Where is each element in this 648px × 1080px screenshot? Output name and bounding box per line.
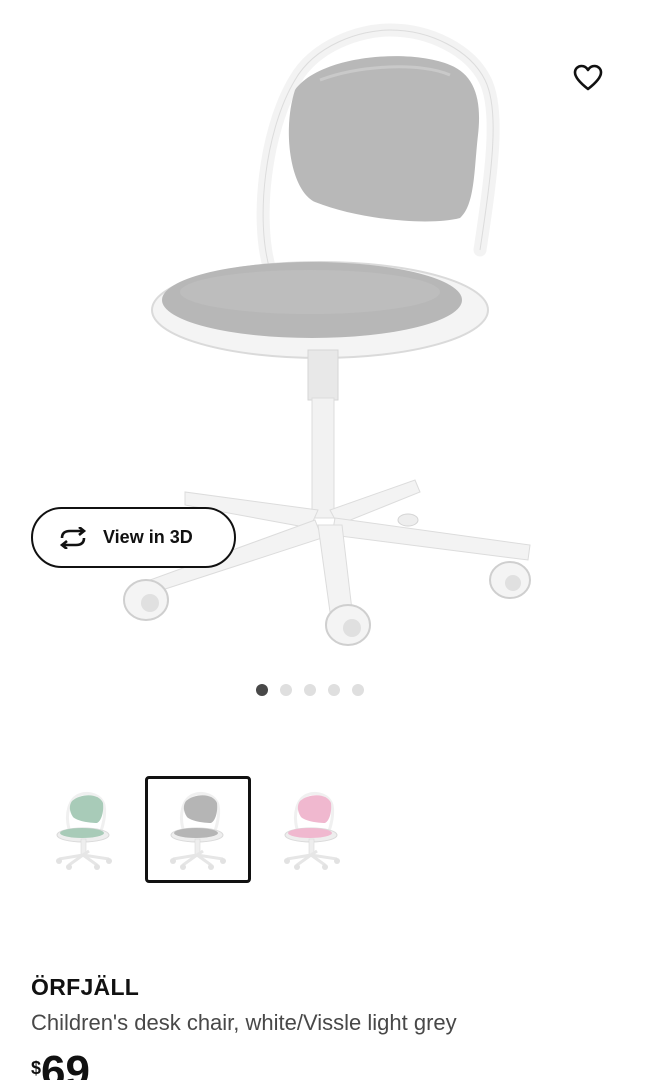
product-gallery: View in 3D [0, 0, 648, 670]
price-currency: $ [31, 1058, 42, 1078]
pagination-dot-4[interactable] [328, 684, 340, 696]
variant-light-green[interactable] [31, 776, 137, 883]
variant-light-grey[interactable] [145, 776, 251, 883]
variant-thumbnail-pink [284, 791, 340, 870]
product-name: ÖRFJÄLL [31, 974, 140, 1000]
view-in-3d-button[interactable]: View in 3D [31, 507, 236, 568]
pagination-dot-1[interactable] [256, 684, 268, 696]
favourite-button[interactable] [566, 56, 610, 100]
pagination-dot-5[interactable] [352, 684, 364, 696]
variant-thumbnail-grey [170, 791, 226, 870]
rotate-arrows-icon [59, 526, 87, 549]
product-description: Children's desk chair, white/Vissle ligh… [31, 1010, 457, 1035]
pagination-dot-3[interactable] [304, 684, 316, 696]
variant-thumbnail-green [56, 791, 112, 870]
pagination-dot-2[interactable] [280, 684, 292, 696]
product-main-image[interactable] [90, 20, 570, 670]
view-in-3d-label: View in 3D [103, 527, 193, 547]
product-price: $ 69 [31, 1050, 90, 1080]
price-value: 69 [41, 1047, 90, 1080]
color-variant-list [31, 776, 365, 883]
variant-pink[interactable] [259, 776, 365, 883]
gallery-pagination [0, 684, 648, 698]
heart-outline-icon [573, 64, 603, 91]
